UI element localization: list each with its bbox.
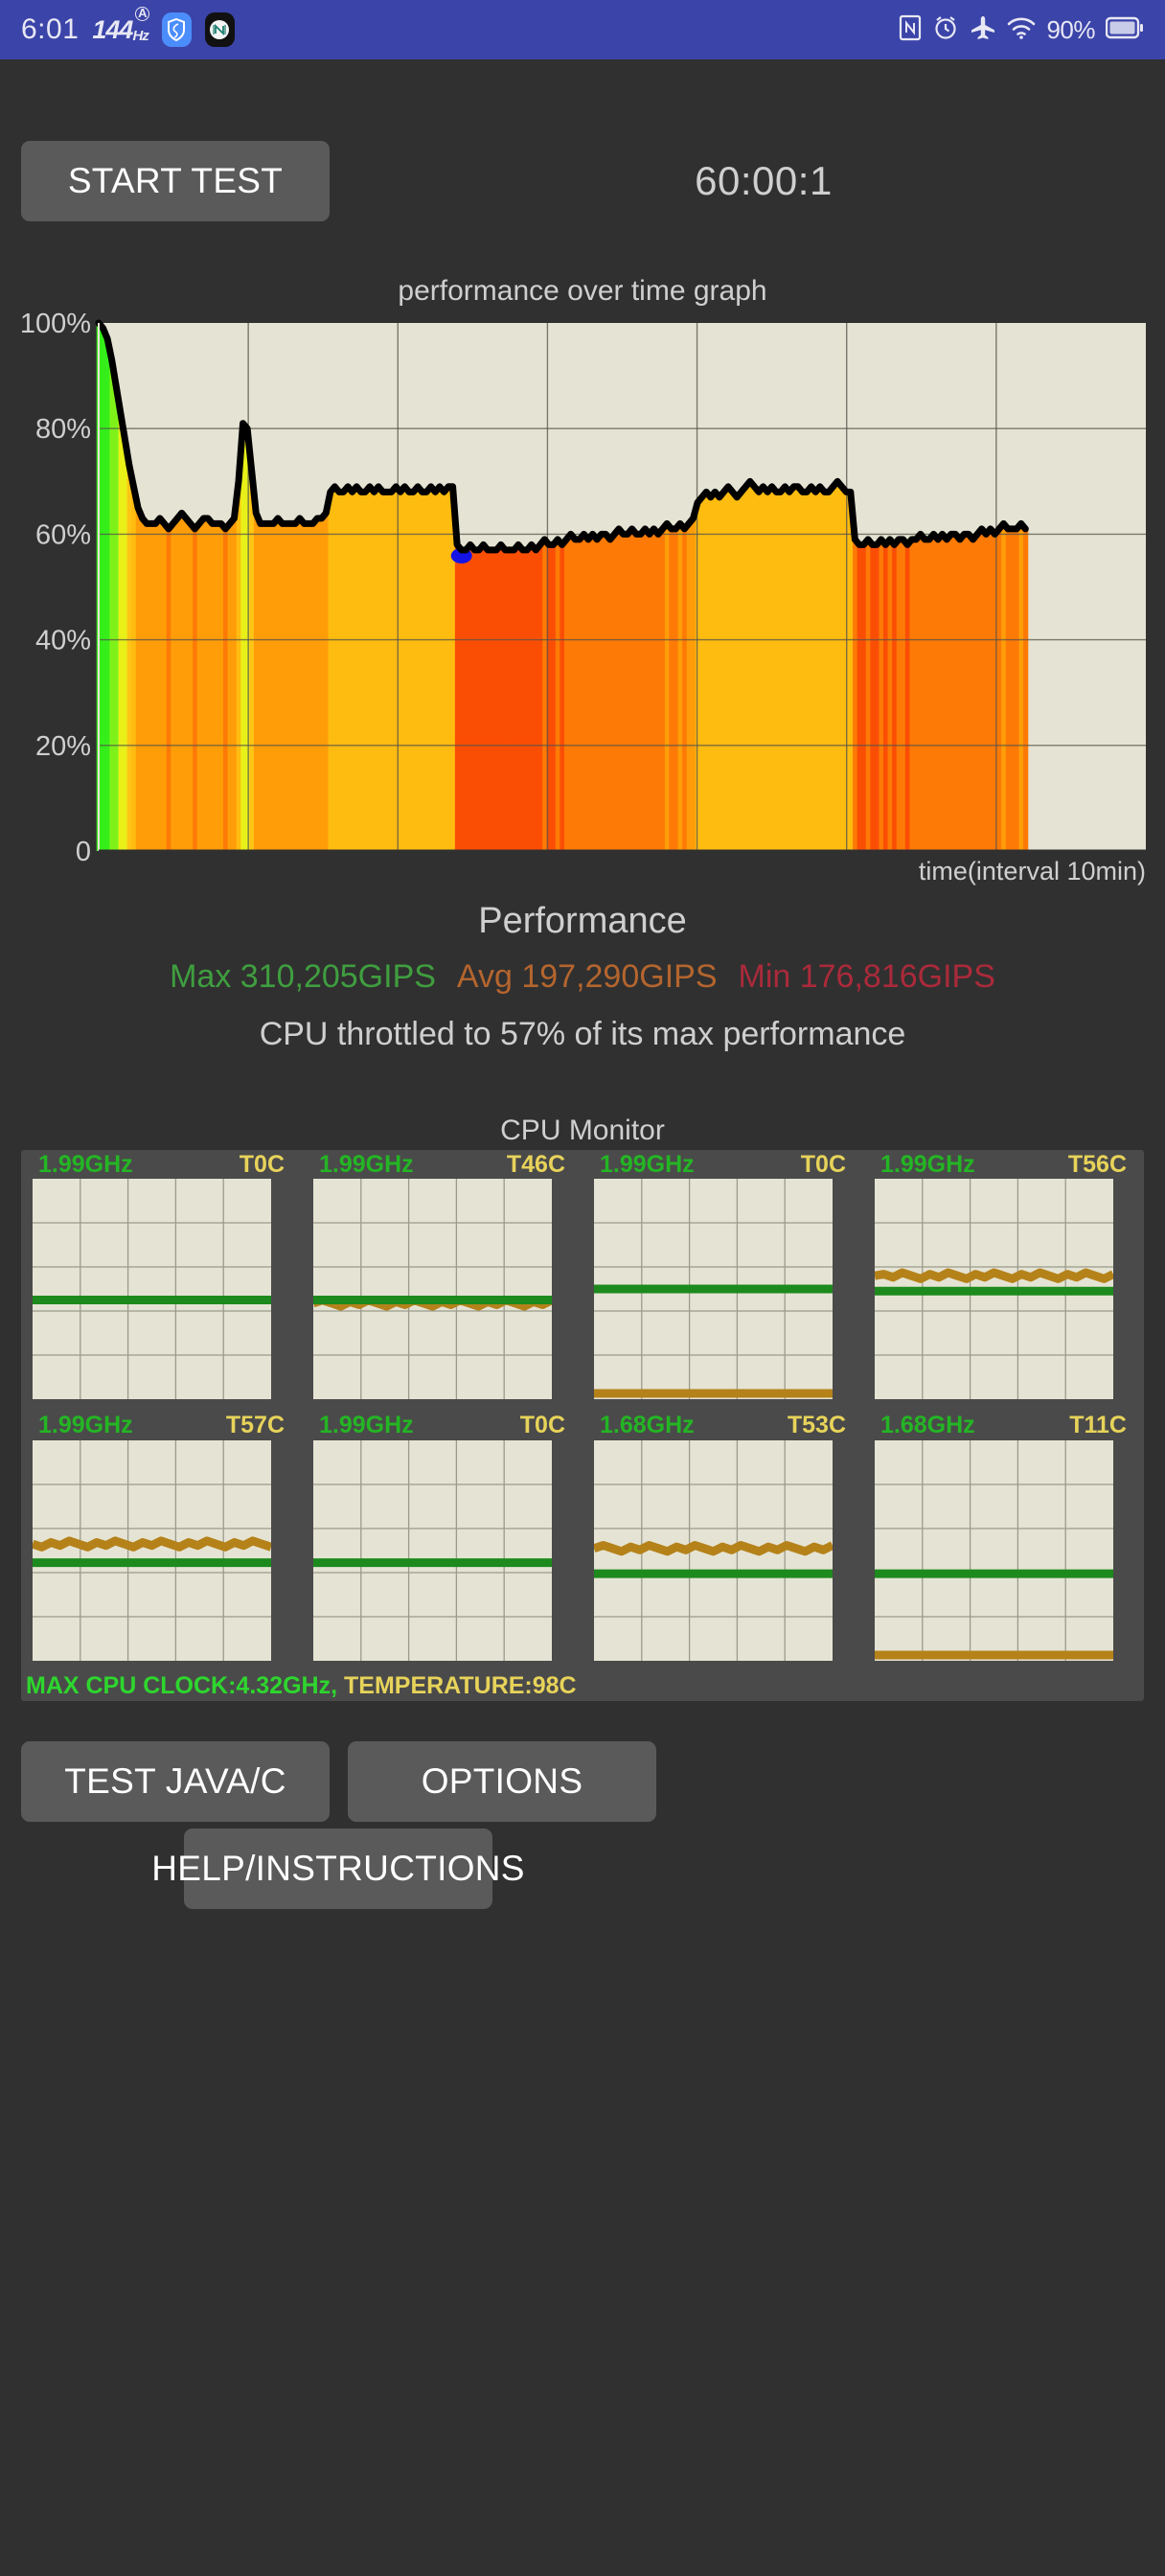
status-bar-right: 90% [899, 14, 1144, 46]
cpu-core-frequency: 1.99GHz [38, 1150, 133, 1178]
test-timer: 60:00:1 [695, 158, 833, 203]
max-temperature-label: TEMPERATURE:98C [344, 1672, 577, 1699]
cpu-core-temperature: T57C [225, 1412, 285, 1438]
cpu-core-chart [594, 1179, 833, 1399]
cpu-core-cell: 1.99GHz T57C [21, 1412, 302, 1673]
cpu-core-cell: 1.68GHz T53C [582, 1412, 863, 1673]
refresh-rate-value: 144 [92, 14, 133, 44]
cpu-core-frequency: 1.68GHz [880, 1412, 975, 1438]
cpu-core-temperature: T56C [1067, 1150, 1127, 1178]
shield-app-icon [161, 12, 192, 47]
start-test-button[interactable]: START TEST [21, 141, 330, 221]
performance-stats: Max 310,205GIPS Avg 197,290GIPS Min 176,… [0, 958, 1165, 996]
cpu-core-temperature: T0C [800, 1150, 846, 1178]
refresh-rate-indicator: 144Hz A [92, 6, 149, 45]
chart-y-tick-100: 100% [20, 309, 91, 339]
performance-chart: 100% 80% 60% 40% 20% 0 [0, 307, 1165, 862]
cpu-core-temperature: T0C [239, 1150, 285, 1178]
cpu-core-frequency: 1.99GHz [38, 1412, 133, 1438]
options-button[interactable]: OPTIONS [348, 1741, 656, 1822]
test-java-c-button[interactable]: TEST JAVA/C [21, 1741, 330, 1822]
cpu-core-cell: 1.99GHz T0C [21, 1150, 302, 1412]
cpu-core-chart [33, 1179, 271, 1399]
refresh-rate-unit: Hz [132, 27, 148, 44]
cpu-core-temperature: T11C [1069, 1412, 1127, 1438]
chart-y-tick-40: 40% [35, 626, 91, 656]
battery-percent-label: 90% [1046, 14, 1095, 44]
cpu-monitor-footer: MAX CPU CLOCK:4.32GHz, TEMPERATURE:98C [21, 1672, 1144, 1701]
chart-x-axis-label: time(interval 10min) [918, 857, 1146, 886]
performance-avg-value: Avg 197,290GIPS [456, 958, 718, 995]
chart-y-tick-80: 80% [35, 414, 91, 445]
cpu-monitor-heading: CPU Monitor [500, 1115, 665, 1146]
status-bar: 6:01 144Hz A 90% [0, 0, 1165, 59]
cpu-core-temperature: T0C [519, 1412, 565, 1438]
cpu-core-header: 1.99GHz T0C [313, 1412, 571, 1440]
status-bar-left: 6:01 144Hz A [21, 6, 235, 47]
cpu-monitor-panel: 1.99GHz T0C 1.99GHz T46C 1.99GHz T0C 1.99GHz T5… [21, 1150, 1144, 1701]
chart-y-tick-60: 60% [35, 519, 91, 550]
cpu-core-temperature: T46C [506, 1150, 565, 1178]
cpu-core-header: 1.99GHz T0C [33, 1150, 290, 1179]
cpu-core-cell: 1.99GHz T56C [863, 1150, 1144, 1412]
help-instructions-button[interactable]: HELP/INSTRUCTIONS [151, 1828, 524, 1909]
cpu-core-cell: 1.68GHz T11C [863, 1412, 1144, 1673]
cpu-core-chart [594, 1439, 833, 1661]
performance-min-value: Min 176,816GIPS [738, 958, 995, 995]
cpu-core-frequency: 1.99GHz [319, 1412, 414, 1438]
cpu-core-cell: 1.99GHz T0C [582, 1150, 863, 1412]
cpu-core-frequency: 1.99GHz [600, 1150, 695, 1178]
cpu-core-chart [875, 1439, 1113, 1661]
wifi-icon [1007, 15, 1036, 45]
cpu-core-chart [33, 1439, 271, 1661]
cpu-core-header: 1.99GHz T56C [875, 1150, 1132, 1179]
cpu-core-grid: 1.99GHz T0C 1.99GHz T46C 1.99GHz T0C 1.99GHz T5… [21, 1150, 1144, 1672]
chart-title: performance over time graph [398, 275, 767, 307]
cpu-core-frequency: 1.99GHz [319, 1150, 414, 1178]
cpu-core-header: 1.68GHz T53C [594, 1412, 852, 1440]
cpu-core-header: 1.99GHz T46C [313, 1150, 571, 1179]
cpu-core-frequency: 1.68GHz [600, 1412, 695, 1438]
performance-heading: Performance [478, 901, 687, 941]
refresh-rate-auto-badge: A [134, 6, 149, 21]
cpu-core-chart [875, 1179, 1113, 1399]
throttle-summary: CPU throttled to 57% of its max performa… [259, 1016, 906, 1052]
performance-max-value: Max 310,205GIPS [170, 958, 436, 995]
airplane-mode-icon [970, 14, 996, 46]
cpu-core-header: 1.68GHz T11C [875, 1412, 1132, 1440]
alarm-icon [932, 14, 959, 46]
cpu-core-frequency: 1.99GHz [880, 1150, 975, 1178]
chart-y-tick-20: 20% [35, 731, 91, 762]
cpu-core-header: 1.99GHz T0C [594, 1150, 852, 1179]
cpu-core-header: 1.99GHz T57C [33, 1412, 290, 1440]
nfc-payment-app-icon [204, 12, 235, 47]
cpu-core-cell: 1.99GHz T46C [302, 1150, 582, 1412]
performance-chart-svg: 100%80%60%40%20%0 [20, 309, 1146, 862]
cpu-core-chart [313, 1179, 552, 1399]
cpu-core-cell: 1.99GHz T0C [302, 1412, 582, 1673]
nfc-icon [899, 14, 922, 46]
clock-time: 6:01 [21, 13, 80, 45]
battery-icon [1105, 15, 1144, 45]
max-cpu-clock-label: MAX CPU CLOCK:4.32GHz, [26, 1672, 338, 1699]
cpu-core-chart [313, 1439, 552, 1661]
cpu-core-temperature: T53C [787, 1412, 846, 1438]
